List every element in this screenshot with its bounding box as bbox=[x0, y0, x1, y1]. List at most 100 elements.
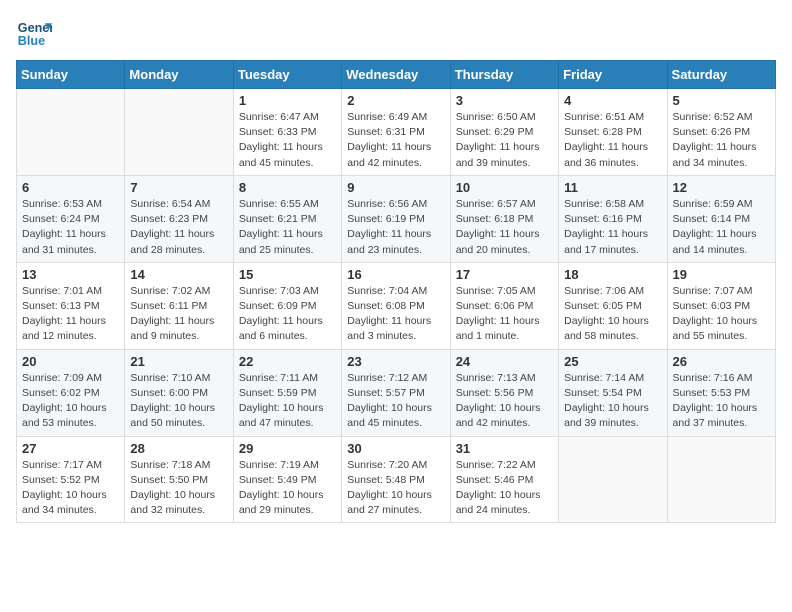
day-info: Sunrise: 7:02 AM Sunset: 6:11 PM Dayligh… bbox=[130, 284, 227, 345]
day-info: Sunrise: 7:04 AM Sunset: 6:08 PM Dayligh… bbox=[347, 284, 444, 345]
weekday-header-saturday: Saturday bbox=[667, 61, 775, 89]
day-info: Sunrise: 7:19 AM Sunset: 5:49 PM Dayligh… bbox=[239, 458, 336, 519]
calendar-cell: 7Sunrise: 6:54 AM Sunset: 6:23 PM Daylig… bbox=[125, 175, 233, 262]
day-info: Sunrise: 6:58 AM Sunset: 6:16 PM Dayligh… bbox=[564, 197, 661, 258]
calendar-cell bbox=[667, 436, 775, 523]
calendar-cell: 13 Sunrise: 7:01 AM Sunset: 6:13 PM Dayli… bbox=[17, 262, 125, 349]
calendar-week-row: 6Sunrise: 6:53 AM Sunset: 6:24 PM Daylig… bbox=[17, 175, 776, 262]
weekday-header-row: SundayMondayTuesdayWednesdayThursdayFrid… bbox=[17, 61, 776, 89]
calendar-cell: 1 Sunrise: 6:47 AM Sunset: 6:33 PM Daylig… bbox=[233, 89, 341, 176]
day-number: 28 bbox=[130, 441, 227, 456]
day-number: 27 bbox=[22, 441, 119, 456]
calendar-week-row: 20Sunrise: 7:09 AM Sunset: 6:02 PM Dayli… bbox=[17, 349, 776, 436]
day-number: 3 bbox=[456, 93, 553, 108]
day-number: 22 bbox=[239, 354, 336, 369]
day-info: Sunrise: 7:01 AM Sunset: 6:13 PM Dayligh… bbox=[22, 284, 119, 345]
calendar-cell: 10 Sunrise: 6:57 AM Sunset: 6:18 PM Dayli… bbox=[450, 175, 558, 262]
calendar-cell bbox=[125, 89, 233, 176]
day-info: Sunrise: 7:09 AM Sunset: 6:02 PM Dayligh… bbox=[22, 371, 119, 432]
day-number: 9 bbox=[347, 180, 444, 195]
calendar-cell: 3 Sunrise: 6:50 AM Sunset: 6:29 PM Daylig… bbox=[450, 89, 558, 176]
day-info: Sunrise: 7:16 AM Sunset: 5:53 PM Dayligh… bbox=[673, 371, 770, 432]
calendar-cell: 16 Sunrise: 7:04 AM Sunset: 6:08 PM Dayli… bbox=[342, 262, 450, 349]
calendar-cell bbox=[17, 89, 125, 176]
day-info: Sunrise: 6:54 AM Sunset: 6:23 PM Dayligh… bbox=[130, 197, 227, 258]
calendar-cell: 9 Sunrise: 6:56 AM Sunset: 6:19 PM Daylig… bbox=[342, 175, 450, 262]
calendar-cell: 8 Sunrise: 6:55 AM Sunset: 6:21 PM Daylig… bbox=[233, 175, 341, 262]
calendar-table: SundayMondayTuesdayWednesdayThursdayFrid… bbox=[16, 60, 776, 523]
day-number: 11 bbox=[564, 180, 661, 195]
calendar-cell: 20Sunrise: 7:09 AM Sunset: 6:02 PM Dayli… bbox=[17, 349, 125, 436]
calendar-cell: 2 Sunrise: 6:49 AM Sunset: 6:31 PM Daylig… bbox=[342, 89, 450, 176]
day-info: Sunrise: 7:03 AM Sunset: 6:09 PM Dayligh… bbox=[239, 284, 336, 345]
calendar-cell: 17Sunrise: 7:05 AM Sunset: 6:06 PM Dayli… bbox=[450, 262, 558, 349]
logo: General Blue bbox=[16, 16, 52, 52]
day-info: Sunrise: 7:06 AM Sunset: 6:05 PM Dayligh… bbox=[564, 284, 661, 345]
day-info: Sunrise: 6:56 AM Sunset: 6:19 PM Dayligh… bbox=[347, 197, 444, 258]
day-info: Sunrise: 6:53 AM Sunset: 6:24 PM Dayligh… bbox=[22, 197, 119, 258]
day-info: Sunrise: 7:22 AM Sunset: 5:46 PM Dayligh… bbox=[456, 458, 553, 519]
calendar-cell: 15 Sunrise: 7:03 AM Sunset: 6:09 PM Dayli… bbox=[233, 262, 341, 349]
weekday-header-wednesday: Wednesday bbox=[342, 61, 450, 89]
calendar-cell: 4 Sunrise: 6:51 AM Sunset: 6:28 PM Daylig… bbox=[559, 89, 667, 176]
calendar-cell bbox=[559, 436, 667, 523]
day-info: Sunrise: 7:10 AM Sunset: 6:00 PM Dayligh… bbox=[130, 371, 227, 432]
page-header: General Blue bbox=[16, 16, 776, 52]
day-number: 19 bbox=[673, 267, 770, 282]
logo-icon: General Blue bbox=[16, 16, 52, 52]
day-info: Sunrise: 6:57 AM Sunset: 6:18 PM Dayligh… bbox=[456, 197, 553, 258]
day-number: 25 bbox=[564, 354, 661, 369]
day-number: 24 bbox=[456, 354, 553, 369]
day-number: 10 bbox=[456, 180, 553, 195]
day-number: 21 bbox=[130, 354, 227, 369]
calendar-week-row: 13 Sunrise: 7:01 AM Sunset: 6:13 PM Dayli… bbox=[17, 262, 776, 349]
day-info: Sunrise: 6:55 AM Sunset: 6:21 PM Dayligh… bbox=[239, 197, 336, 258]
calendar-cell: 26 Sunrise: 7:16 AM Sunset: 5:53 PM Dayli… bbox=[667, 349, 775, 436]
day-number: 8 bbox=[239, 180, 336, 195]
day-number: 2 bbox=[347, 93, 444, 108]
day-info: Sunrise: 7:11 AM Sunset: 5:59 PM Dayligh… bbox=[239, 371, 336, 432]
day-info: Sunrise: 6:51 AM Sunset: 6:28 PM Dayligh… bbox=[564, 110, 661, 171]
day-number: 5 bbox=[673, 93, 770, 108]
day-info: Sunrise: 7:20 AM Sunset: 5:48 PM Dayligh… bbox=[347, 458, 444, 519]
day-number: 12 bbox=[673, 180, 770, 195]
calendar-cell: 28 Sunrise: 7:18 AM Sunset: 5:50 PM Dayli… bbox=[125, 436, 233, 523]
day-number: 31 bbox=[456, 441, 553, 456]
weekday-header-friday: Friday bbox=[559, 61, 667, 89]
calendar-cell: 6Sunrise: 6:53 AM Sunset: 6:24 PM Daylig… bbox=[17, 175, 125, 262]
weekday-header-sunday: Sunday bbox=[17, 61, 125, 89]
day-number: 16 bbox=[347, 267, 444, 282]
day-number: 30 bbox=[347, 441, 444, 456]
day-info: Sunrise: 7:13 AM Sunset: 5:56 PM Dayligh… bbox=[456, 371, 553, 432]
calendar-week-row: 27Sunrise: 7:17 AM Sunset: 5:52 PM Dayli… bbox=[17, 436, 776, 523]
weekday-header-monday: Monday bbox=[125, 61, 233, 89]
day-info: Sunrise: 6:52 AM Sunset: 6:26 PM Dayligh… bbox=[673, 110, 770, 171]
day-number: 23 bbox=[347, 354, 444, 369]
day-info: Sunrise: 6:49 AM Sunset: 6:31 PM Dayligh… bbox=[347, 110, 444, 171]
calendar-cell: 14Sunrise: 7:02 AM Sunset: 6:11 PM Dayli… bbox=[125, 262, 233, 349]
calendar-cell: 5 Sunrise: 6:52 AM Sunset: 6:26 PM Daylig… bbox=[667, 89, 775, 176]
day-info: Sunrise: 7:14 AM Sunset: 5:54 PM Dayligh… bbox=[564, 371, 661, 432]
day-info: Sunrise: 7:05 AM Sunset: 6:06 PM Dayligh… bbox=[456, 284, 553, 345]
calendar-cell: 24 Sunrise: 7:13 AM Sunset: 5:56 PM Dayli… bbox=[450, 349, 558, 436]
day-number: 26 bbox=[673, 354, 770, 369]
weekday-header-thursday: Thursday bbox=[450, 61, 558, 89]
day-number: 29 bbox=[239, 441, 336, 456]
day-info: Sunrise: 6:50 AM Sunset: 6:29 PM Dayligh… bbox=[456, 110, 553, 171]
day-info: Sunrise: 6:47 AM Sunset: 6:33 PM Dayligh… bbox=[239, 110, 336, 171]
day-number: 15 bbox=[239, 267, 336, 282]
calendar-cell: 25 Sunrise: 7:14 AM Sunset: 5:54 PM Dayli… bbox=[559, 349, 667, 436]
calendar-cell: 12Sunrise: 6:59 AM Sunset: 6:14 PM Dayli… bbox=[667, 175, 775, 262]
day-number: 1 bbox=[239, 93, 336, 108]
svg-text:Blue: Blue bbox=[18, 34, 45, 48]
calendar-cell: 18 Sunrise: 7:06 AM Sunset: 6:05 PM Dayli… bbox=[559, 262, 667, 349]
day-info: Sunrise: 7:18 AM Sunset: 5:50 PM Dayligh… bbox=[130, 458, 227, 519]
day-info: Sunrise: 7:12 AM Sunset: 5:57 PM Dayligh… bbox=[347, 371, 444, 432]
calendar-cell: 31 Sunrise: 7:22 AM Sunset: 5:46 PM Dayli… bbox=[450, 436, 558, 523]
day-number: 13 bbox=[22, 267, 119, 282]
day-number: 18 bbox=[564, 267, 661, 282]
day-number: 4 bbox=[564, 93, 661, 108]
calendar-week-row: 1 Sunrise: 6:47 AM Sunset: 6:33 PM Daylig… bbox=[17, 89, 776, 176]
day-info: Sunrise: 7:07 AM Sunset: 6:03 PM Dayligh… bbox=[673, 284, 770, 345]
calendar-cell: 11 Sunrise: 6:58 AM Sunset: 6:16 PM Dayli… bbox=[559, 175, 667, 262]
